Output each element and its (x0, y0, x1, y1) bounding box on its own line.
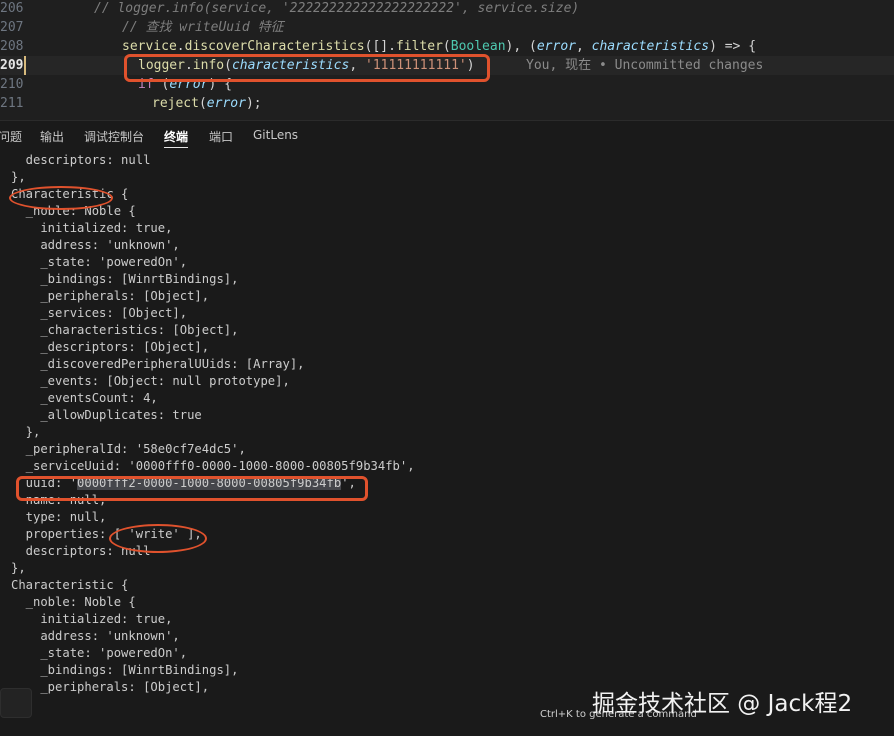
terminal-output[interactable]: descriptors: null}, Characteristic { _nob… (0, 150, 894, 736)
code-token: // 查找 writeUuid 特征 (122, 20, 284, 35)
line-number: 207 (0, 20, 24, 35)
terminal-line: _peripherals: [Object], (11, 680, 210, 694)
code-line[interactable]: 206 // logger.info(service, '222222222222… (0, 0, 894, 18)
terminal-line: _services: [Object], (11, 306, 188, 320)
code-token: . (176, 39, 185, 54)
terminal-line: _allowDuplicates: true (11, 408, 202, 422)
inline-blame: You, 现在 • Uncommitted changes (526, 58, 764, 73)
panel-tab[interactable]: GitLens (253, 128, 298, 142)
code-token: ([]. (364, 39, 396, 54)
terminal-line: _peripherals: [Object], (11, 289, 210, 303)
code-token: ( (198, 96, 207, 111)
terminal-line: _characteristics: [Object], (11, 323, 239, 337)
chat-widget-icon[interactable] (0, 688, 32, 718)
git-modified-marker (24, 56, 26, 75)
status-bar (0, 727, 894, 736)
panel-tab[interactable]: 调试控制台 (84, 128, 144, 145)
terminal-line: initialized: true, (11, 221, 173, 235)
code-token: ); (245, 96, 262, 111)
code-token: error (536, 39, 576, 54)
code-token: discoverCharacteristics (184, 39, 365, 54)
terminal-line: _peripheralId: '58e0cf7e4dc5', (11, 442, 246, 456)
terminal-line: Characteristic { (11, 578, 129, 592)
line-number: 210 (0, 77, 24, 92)
line-number: 208 (0, 39, 24, 54)
code-token: // logger.info(service, '222222222222222… (94, 1, 580, 16)
code-token: ), ( (505, 39, 537, 54)
code-editor[interactable]: 206 // logger.info(service, '222222222222… (0, 0, 894, 120)
line-number: 211 (0, 96, 24, 111)
panel-tab-bar: 问题 输出 调试控制台 终端 端口 GitLens (0, 120, 894, 151)
code-text: // logger.info(service, '222222222222222… (94, 0, 579, 18)
code-token: filter (395, 39, 443, 54)
terminal-line: _eventsCount: 4, (11, 391, 158, 405)
annotation-circle (109, 524, 207, 553)
terminal-line: _bindings: [WinrtBindings], (11, 272, 239, 286)
code-token: ( (442, 39, 451, 54)
code-token: Boolean (450, 39, 506, 54)
code-token: , (576, 39, 592, 54)
terminal-line: _noble: Noble { (11, 595, 136, 609)
annotation-box (124, 54, 490, 82)
terminal-line: address: 'unknown', (11, 629, 180, 643)
code-token: service (122, 39, 177, 54)
terminal-line: }, (11, 425, 41, 439)
panel-tab[interactable]: 终端 (164, 128, 189, 148)
terminal-line: _descriptors: [Object], (11, 340, 210, 354)
line-number: 206 (0, 1, 24, 16)
terminal-line: _state: 'poweredOn', (11, 255, 188, 269)
terminal-line: initialized: true, (11, 612, 173, 626)
terminal-line: type: null, (11, 510, 107, 524)
panel-tab[interactable]: 输出 (40, 128, 64, 145)
terminal-line: _serviceUuid: '0000fff0-0000-1000-8000-0… (11, 459, 415, 473)
terminal-line: _discoveredPeripheralUUids: [Array], (11, 357, 305, 371)
terminal-line: }, (11, 561, 26, 575)
watermark: 掘金技术社区 @ Jack程2 (592, 691, 853, 717)
code-token: ) => { (709, 39, 757, 54)
terminal-line: _bindings: [WinrtBindings], (11, 663, 239, 677)
annotation-box (16, 476, 368, 501)
terminal-line: }, (11, 170, 26, 184)
terminal-line: address: 'unknown', (11, 238, 180, 252)
panel-tab[interactable]: 问题 (0, 128, 22, 145)
code-token: reject (152, 96, 199, 111)
panel-tab[interactable]: 端口 (209, 128, 233, 145)
annotation-circle (9, 186, 113, 210)
line-number: 209 (0, 58, 24, 73)
code-text: // 查找 writeUuid 特征 (122, 18, 284, 37)
code-line[interactable]: 211 reject(error); (0, 94, 894, 113)
terminal-line: _events: [Object: null prototype], (11, 374, 290, 388)
code-line[interactable]: 207 // 查找 writeUuid 特征 (0, 18, 894, 37)
code-token: error (206, 96, 246, 111)
code-token: characteristics (591, 39, 710, 54)
terminal-line: descriptors: null (11, 153, 151, 167)
code-text: reject(error); (152, 94, 262, 113)
terminal-line: _state: 'poweredOn', (11, 646, 188, 660)
